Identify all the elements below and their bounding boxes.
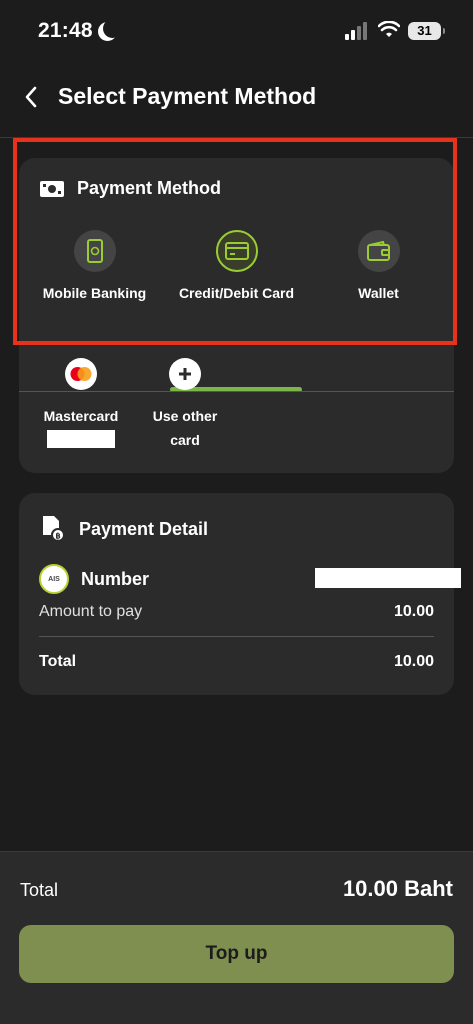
ais-logo: AIS	[39, 564, 69, 594]
header: Select Payment Method	[0, 62, 473, 138]
receipt-icon: ฿	[43, 516, 65, 542]
chevron-left-icon	[25, 86, 37, 108]
payment-detail-card: ฿ Payment Detail AIS Number Amount to pa…	[19, 493, 461, 695]
page-title: Select Payment Method	[58, 83, 317, 109]
masked-phone-number	[315, 568, 461, 588]
top-up-button[interactable]: Top up	[19, 925, 454, 983]
card-option-label: Use other card	[152, 408, 218, 448]
status-time: 21:48	[38, 19, 93, 42]
amount-value: 10.00	[393, 603, 434, 620]
total-value: 10.00	[393, 653, 434, 670]
battery-indicator: 31	[408, 22, 445, 40]
total-row: Total 10.00	[39, 653, 434, 671]
divider	[39, 636, 434, 637]
svg-text:฿: ฿	[55, 532, 60, 541]
tab-label: Wallet	[358, 285, 399, 301]
amount-label: Amount to pay	[39, 603, 143, 620]
payment-detail-title: Payment Detail	[79, 518, 209, 539]
payment-method-card: Payment Method Mobile Banking Credit/Deb…	[19, 158, 454, 473]
footer-total-label: Total	[20, 880, 59, 900]
card-option-label: Mastercard	[43, 408, 119, 424]
number-label: Number	[81, 568, 150, 589]
back-button[interactable]	[16, 82, 46, 112]
amount-row: Amount to pay 10.00	[39, 603, 434, 621]
card-options: Mastercard Use other card	[19, 358, 454, 468]
total-label: Total	[39, 653, 77, 670]
footer: Total 10.00 Baht Top up	[0, 851, 473, 1024]
wifi-icon	[378, 21, 400, 37]
masked-card-number	[47, 430, 115, 448]
plus-icon	[179, 368, 191, 380]
wallet-icon	[366, 241, 390, 261]
card-option-use-other-card[interactable]: Use other card	[130, 358, 240, 452]
payment-method-tabs: Mobile Banking Credit/Debit Card Wallet	[19, 230, 454, 392]
mobile-banking-icon	[86, 239, 103, 263]
status-bar: 21:48 31	[0, 0, 473, 62]
mastercard-icon	[70, 367, 92, 381]
tab-credit-debit-card[interactable]: Credit/Debit Card	[164, 230, 309, 322]
payment-method-title: Payment Method	[77, 178, 222, 198]
credit-card-icon	[224, 242, 249, 260]
tab-wallet[interactable]: Wallet	[306, 230, 451, 322]
tab-mobile-banking[interactable]: Mobile Banking	[22, 230, 167, 322]
payment-detail-heading: ฿ Payment Detail	[41, 515, 208, 543]
tab-label: Mobile Banking	[42, 285, 147, 301]
footer-total-value: 10.00 Baht	[342, 876, 453, 901]
payment-method-heading: Payment Method	[39, 178, 221, 199]
signal-icon	[345, 22, 367, 40]
moon-icon	[103, 19, 122, 38]
card-option-mastercard[interactable]: Mastercard	[26, 358, 136, 448]
tab-label: Credit/Debit Card	[178, 285, 295, 301]
number-row: AIS Number	[39, 563, 461, 595]
banknote-icon	[40, 180, 64, 197]
